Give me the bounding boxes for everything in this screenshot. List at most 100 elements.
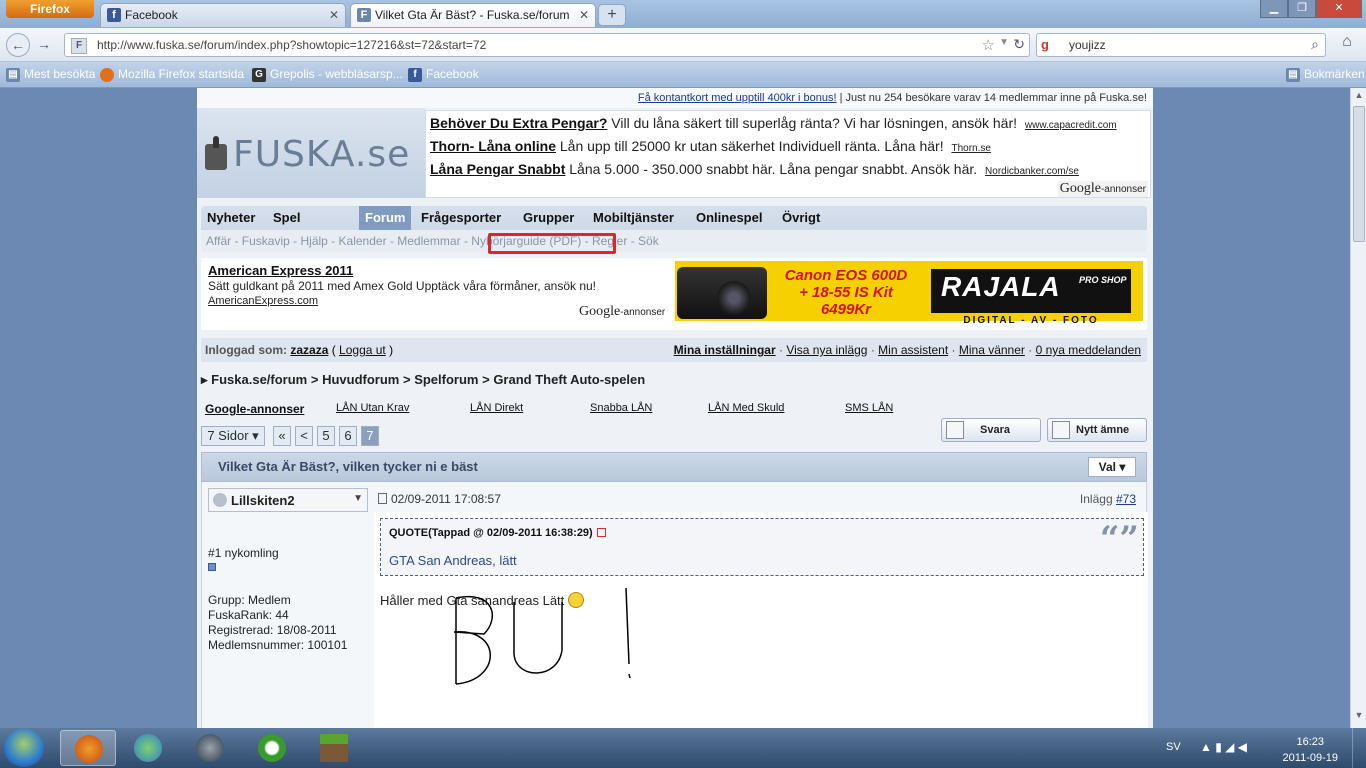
pages-dropdown[interactable]: 7 Sidor ▾: [201, 426, 265, 446]
submenu-fuskavip[interactable]: Fuskavip: [242, 234, 290, 248]
ad-link[interactable]: LÅN Utan Krav: [336, 402, 409, 414]
start-button[interactable]: [4, 729, 44, 767]
ad-line[interactable]: Behöver Du Extra Pengar? Vill du låna sä…: [430, 115, 1117, 131]
taskbar-utorrent[interactable]: [244, 730, 300, 766]
bookmark-facebook[interactable]: f Facebook: [408, 67, 479, 83]
google-ads-label[interactable]: Google-annonser: [579, 304, 665, 320]
close-icon[interactable]: ✕: [329, 4, 339, 26]
assistant-link[interactable]: Min assistent: [878, 343, 948, 357]
breadcrumb-item[interactable]: Grand Theft Auto-spelen: [493, 372, 645, 387]
tray-icons[interactable]: ▲ ▮ ◢ ◀: [1200, 740, 1247, 754]
firefox-menu-button[interactable]: Firefox: [6, 0, 94, 18]
first-page-button[interactable]: «: [273, 426, 291, 446]
breadcrumb-item[interactable]: Huvudforum: [322, 372, 399, 387]
scroll-thumb[interactable]: [1353, 106, 1365, 242]
ad-link[interactable]: LÅN Med Skuld: [708, 402, 784, 414]
chevron-down-icon[interactable]: ▼: [353, 493, 363, 504]
bookmark-most-visited[interactable]: ▤ Mest besökta: [6, 67, 95, 83]
ad-link[interactable]: Snabba LÅN: [590, 402, 652, 414]
post-link[interactable]: #73: [1116, 492, 1136, 506]
page-link[interactable]: 6: [339, 426, 357, 446]
ad-url[interactable]: Nordicbanker.com/se: [985, 166, 1079, 177]
menu-item-ovrigt[interactable]: Övrigt: [776, 206, 826, 230]
bookmark-grepolis[interactable]: G Grepolis - webbläsarsp...: [252, 67, 403, 83]
ad-link[interactable]: SMS LÅN: [845, 402, 893, 414]
close-window-button[interactable]: ✕: [1316, 0, 1362, 18]
ad-line[interactable]: Thorn- Låna online Lån upp till 25000 kr…: [430, 138, 991, 154]
google-ads-label[interactable]: Google-annonser: [1057, 181, 1148, 197]
page-link[interactable]: 5: [317, 426, 335, 446]
submenu-sok[interactable]: Sök: [638, 234, 659, 248]
ad-url[interactable]: Thorn.se: [951, 143, 990, 154]
ad-headline[interactable]: Behöver Du Extra Pengar?: [430, 115, 607, 131]
bookmark-firefox-start[interactable]: Mozilla Firefox startsida: [100, 67, 244, 83]
author-name[interactable]: Lillskiten2: [231, 493, 295, 508]
url-bar[interactable]: F http://www.fuska.se/forum/index.php?sh…: [64, 33, 1030, 57]
submenu-affar[interactable]: Affär: [206, 234, 231, 248]
messages-link[interactable]: 0 nya meddelanden: [1036, 343, 1141, 357]
maximize-button[interactable]: ❐: [1288, 0, 1316, 18]
google-icon[interactable]: g: [1041, 37, 1057, 53]
submenu-kalender[interactable]: Kalender: [339, 234, 387, 248]
reload-icon[interactable]: ↻: [1013, 36, 1025, 53]
ad-headline[interactable]: Låna Pengar Snabbt: [430, 161, 565, 177]
menu-item-nyheter[interactable]: Nyheter: [201, 206, 261, 230]
amex-ad[interactable]: American Express 2011 Sätt guldkant på 2…: [208, 263, 648, 307]
home-icon[interactable]: ⌂: [1334, 33, 1360, 57]
prev-page-button[interactable]: <: [295, 426, 313, 446]
taskbar-steam[interactable]: [182, 730, 238, 766]
amex-title[interactable]: American Express 2011: [208, 263, 648, 278]
canon-rajala-banner[interactable]: Canon EOS 600D + 18-55 IS Kit 6499Kr RAJ…: [675, 261, 1143, 326]
site-logo[interactable]: FUSKA.se: [197, 108, 425, 198]
google-ads-heading[interactable]: Google-annonser: [205, 402, 304, 416]
tab-forum[interactable]: F Vilket Gta Är Bäst? - Fuska.se/forum ✕: [350, 3, 596, 27]
close-icon[interactable]: ✕: [579, 4, 589, 26]
menu-item-fragesporter[interactable]: Frågesporter: [415, 206, 507, 230]
menu-item-grupper[interactable]: Grupper: [517, 206, 580, 230]
taskbar-firefox[interactable]: [60, 730, 116, 766]
clock[interactable]: 16:23 2011-09-19: [1283, 734, 1338, 766]
search-icon[interactable]: ⌕: [1311, 36, 1319, 53]
new-topic-button[interactable]: Nytt ämne: [1047, 418, 1147, 442]
options-dropdown[interactable]: Val ▾: [1088, 457, 1136, 477]
search-input[interactable]: youjizz: [1069, 38, 1106, 52]
chevron-down-icon[interactable]: ▼: [999, 37, 1009, 48]
show-desktop-button[interactable]: [1352, 728, 1366, 768]
taskbar-messenger[interactable]: [120, 730, 176, 766]
search-bar[interactable]: g youjizz ⌕: [1036, 33, 1326, 57]
username-link[interactable]: zazaza: [290, 343, 328, 357]
breadcrumb-item[interactable]: Fuska.se/forum: [211, 372, 307, 387]
ad-link[interactable]: LÅN Direkt: [470, 402, 523, 414]
scroll-down-icon[interactable]: ▼: [1353, 710, 1365, 724]
scroll-up-icon[interactable]: ▲: [1353, 90, 1365, 104]
breadcrumb-item[interactable]: Spelforum: [414, 372, 478, 387]
menu-item-forum[interactable]: Forum: [359, 206, 412, 230]
quote-link-icon[interactable]: [596, 528, 606, 537]
minimize-button[interactable]: ▁: [1260, 0, 1288, 18]
ad-line[interactable]: Låna Pengar Snabbt Låna 5.000 - 350.000 …: [430, 161, 1079, 177]
menu-item-mobiltjanster[interactable]: Mobiltjänster: [587, 206, 680, 230]
ad-url[interactable]: www.capacredit.com: [1025, 120, 1117, 131]
ad-headline[interactable]: Thorn- Låna online: [430, 138, 556, 154]
vertical-scrollbar[interactable]: ▲ ▼: [1350, 88, 1366, 728]
submenu-medlemmar[interactable]: Medlemmar: [397, 234, 460, 248]
menu-item-onlinespel[interactable]: Onlinespel: [690, 206, 768, 230]
bookmarks-menu[interactable]: ▤ Bokmärken: [1286, 67, 1365, 83]
menu-item-spel-fusk[interactable]: Spel & fusk: [267, 206, 306, 273]
bookmark-star-icon[interactable]: ☆: [982, 36, 995, 54]
taskbar-minecraft[interactable]: [306, 730, 362, 766]
new-posts-link[interactable]: Visa nya inlägg: [786, 343, 867, 357]
author-dropdown[interactable]: Lillskiten2 ▼: [208, 488, 368, 512]
submenu-hjalp[interactable]: Hjälp: [301, 234, 328, 248]
tab-facebook[interactable]: f Facebook ✕: [100, 3, 346, 27]
reply-button[interactable]: Svara: [941, 418, 1041, 442]
logout-link[interactable]: Logga ut: [339, 343, 386, 357]
settings-link[interactable]: Mina inställningar: [674, 343, 776, 357]
forward-button[interactable]: →: [32, 33, 56, 57]
back-button[interactable]: ←: [6, 33, 30, 57]
language-indicator[interactable]: SV: [1166, 741, 1181, 753]
site-identity-icon[interactable]: F: [71, 38, 87, 54]
friends-link[interactable]: Mina vänner: [959, 343, 1025, 357]
promo-link[interactable]: Få kontantkort med upptill 400kr i bonus…: [638, 92, 837, 104]
new-tab-button[interactable]: +: [598, 4, 626, 26]
